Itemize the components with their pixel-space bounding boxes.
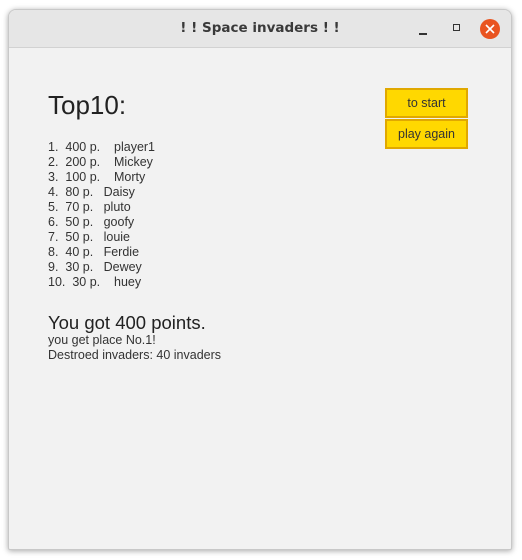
- place-text: you get place No.1!: [48, 333, 156, 347]
- highscore-list: 1. 400 p. player1 2. 200 p. Mickey 3. 10…: [48, 140, 155, 290]
- highscore-row: 1. 400 p. player1: [48, 140, 156, 154]
- top10-heading: Top10:: [48, 90, 127, 120]
- destroyed-invaders-text: Destroed invaders: 40 invaders: [48, 348, 222, 362]
- highscore-row: 10. 30 p. huey: [48, 275, 142, 289]
- play-again-button[interactable]: play again: [385, 119, 468, 149]
- minimize-icon[interactable]: [413, 19, 433, 39]
- app-window: ! ! Space invaders ! ! Top10: 1. 400 p. …: [8, 9, 512, 550]
- highscore-row: 4. 80 p. Daisy: [48, 185, 135, 199]
- close-icon[interactable]: [480, 19, 500, 39]
- highscore-row: 3. 100 p. Morty: [48, 170, 146, 184]
- highscore-row: 5. 70 p. pluto: [48, 200, 131, 214]
- game-over-panel: Top10: 1. 400 p. player1 2. 200 p. Micke…: [9, 48, 511, 549]
- highscore-row: 8. 40 p. Ferdie: [48, 245, 140, 259]
- title-bar[interactable]: ! ! Space invaders ! !: [9, 10, 511, 48]
- maximize-icon[interactable]: [447, 19, 467, 39]
- highscore-row: 9. 30 p. Dewey: [48, 260, 142, 274]
- highscore-row: 7. 50 p. louie: [48, 230, 131, 244]
- highscore-row: 6. 50 p. goofy: [48, 215, 135, 229]
- close-x-glyph: [485, 24, 495, 34]
- highscore-row: 2. 200 p. Mickey: [48, 155, 153, 169]
- to-start-button[interactable]: to start: [385, 88, 468, 118]
- window-title: ! ! Space invaders ! !: [180, 20, 340, 36]
- points-summary: You got 400 points.: [48, 312, 206, 333]
